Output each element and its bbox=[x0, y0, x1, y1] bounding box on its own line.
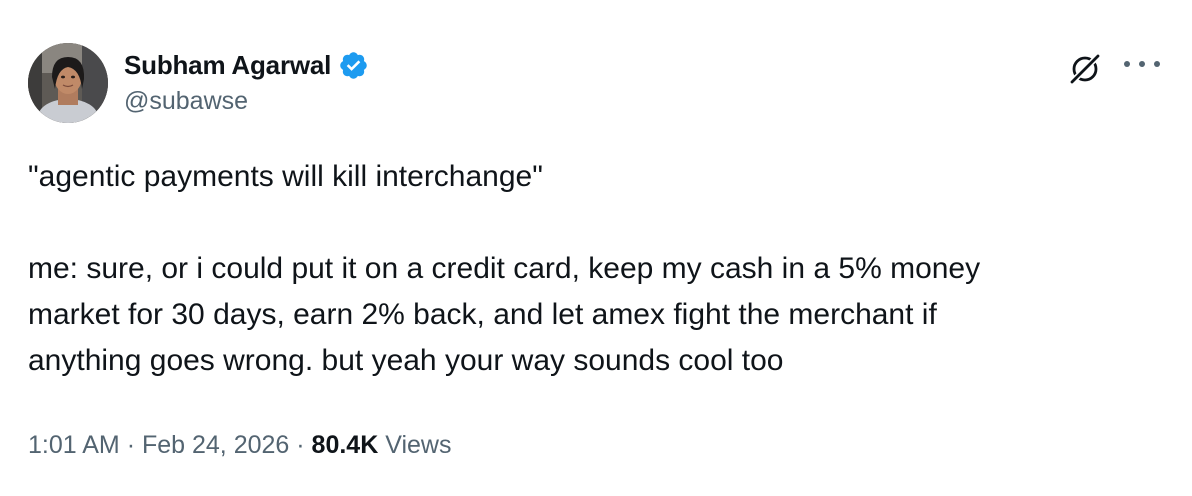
tweet-meta: 1:01 AM · Feb 24, 2026 · 80.4K Views bbox=[28, 425, 451, 465]
avatar[interactable] bbox=[28, 43, 108, 123]
display-name[interactable]: Subham Agarwal bbox=[124, 50, 331, 81]
tweet-line: me: sure, or i could put it on a credit … bbox=[28, 252, 981, 285]
tweet-text: "agentic payments will kill interchange"… bbox=[28, 154, 1158, 384]
tweet-line: "agentic payments will kill interchange" bbox=[28, 160, 543, 193]
more-dot bbox=[1139, 61, 1145, 67]
views-label[interactable]: Views bbox=[385, 431, 451, 459]
tweet-line: anything goes wrong. but yeah your way s… bbox=[28, 344, 784, 377]
meta-separator: · bbox=[126, 431, 136, 459]
meta-separator: · bbox=[296, 431, 305, 459]
name-row: Subham Agarwal bbox=[124, 47, 369, 83]
grok-icon[interactable] bbox=[1068, 52, 1102, 86]
user-info: Subham Agarwal @subawse bbox=[124, 47, 369, 116]
tweet-time[interactable]: 1:01 AM bbox=[28, 431, 120, 459]
avatar-image bbox=[28, 43, 108, 123]
more-dot bbox=[1154, 61, 1160, 67]
more-options-icon[interactable] bbox=[1124, 54, 1160, 74]
tweet-date[interactable]: Feb 24, 2026 bbox=[142, 431, 289, 459]
verified-badge-icon[interactable] bbox=[338, 50, 369, 81]
views-count[interactable]: 80.4K bbox=[312, 431, 379, 459]
tweet-line: market for 30 days, earn 2% back, and le… bbox=[28, 298, 937, 331]
more-dot bbox=[1124, 61, 1130, 67]
user-handle[interactable]: @subawse bbox=[124, 87, 369, 116]
